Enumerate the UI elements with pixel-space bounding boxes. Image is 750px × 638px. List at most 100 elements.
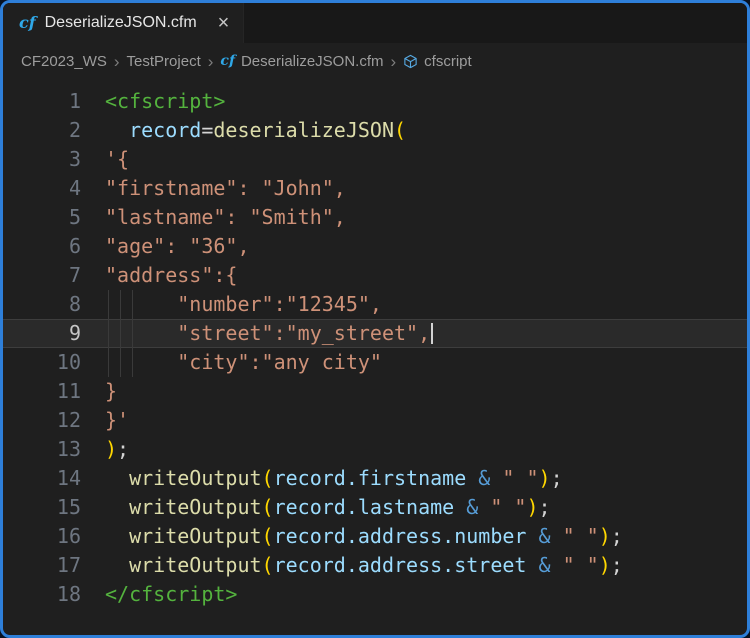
breadcrumb-item-project[interactable]: TestProject [127, 53, 201, 70]
line-number[interactable]: 14 [3, 464, 105, 493]
code-line[interactable]: 11} [3, 377, 747, 406]
code-text[interactable]: writeOutput(record.address.street & " ")… [105, 551, 747, 580]
code-line[interactable]: 1<cfscript> [3, 87, 747, 116]
code-token: & [539, 553, 551, 577]
code-token [105, 495, 129, 519]
code-text[interactable]: "city":"any city" [105, 348, 747, 377]
code-token: "firstname": "John", [105, 176, 346, 200]
code-editor[interactable]: 1<cfscript>2 record=deserializeJSON(3'{4… [3, 79, 747, 635]
indent-guide-line [132, 290, 133, 319]
code-token [105, 524, 129, 548]
code-token [105, 553, 129, 577]
code-token: <cfscript> [105, 89, 225, 113]
code-text[interactable]: <cfscript> [105, 87, 747, 116]
code-token: ( [262, 524, 274, 548]
code-text[interactable]: "lastname": "Smith", [105, 203, 747, 232]
chevron-right-icon: › [208, 53, 214, 70]
code-token: ) [599, 524, 611, 548]
code-text[interactable]: writeOutput(record.firstname & " "); [105, 464, 747, 493]
breadcrumb-item-cfscript[interactable]: cfscript [424, 53, 472, 70]
code-line[interactable]: 9 "street":"my_street", [3, 319, 747, 348]
code-token [551, 524, 563, 548]
code-token: ) [539, 466, 551, 490]
line-number[interactable]: 4 [3, 174, 105, 203]
tab-close-icon[interactable]: × [218, 13, 230, 33]
line-number[interactable]: 1 [3, 87, 105, 116]
code-token: ( [262, 495, 274, 519]
line-number[interactable]: 6 [3, 232, 105, 261]
code-line[interactable]: 5"lastname": "Smith", [3, 203, 747, 232]
code-token: "age": "36", [105, 234, 250, 258]
code-token: " " [490, 495, 526, 519]
code-text[interactable]: "firstname": "John", [105, 174, 747, 203]
code-token: record.lastname [274, 495, 467, 519]
chevron-right-icon: › [114, 53, 120, 70]
code-token: ; [539, 495, 551, 519]
code-token: ( [262, 553, 274, 577]
code-text[interactable]: "street":"my_street", [105, 319, 747, 348]
line-number[interactable]: 10 [3, 348, 105, 377]
code-text[interactable]: '{ [105, 145, 747, 174]
code-token: '{ [105, 147, 129, 171]
line-number[interactable]: 2 [3, 116, 105, 145]
code-token: ( [262, 466, 274, 490]
line-number[interactable]: 3 [3, 145, 105, 174]
code-lines[interactable]: 1<cfscript>2 record=deserializeJSON(3'{4… [3, 87, 747, 609]
code-line[interactable]: 17 writeOutput(record.address.street & "… [3, 551, 747, 580]
code-token: ( [394, 118, 406, 142]
line-number[interactable]: 8 [3, 290, 105, 319]
code-token [105, 118, 129, 142]
line-number[interactable]: 9 [3, 319, 105, 348]
code-line[interactable]: 4"firstname": "John", [3, 174, 747, 203]
code-text[interactable]: }' [105, 406, 747, 435]
code-line[interactable]: 13); [3, 435, 747, 464]
line-number[interactable]: 5 [3, 203, 105, 232]
breadcrumb: CF2023_WS › TestProject › cf Deserialize… [3, 43, 747, 79]
code-token: writeOutput [129, 524, 261, 548]
line-number[interactable]: 16 [3, 522, 105, 551]
code-line[interactable]: 7"address":{ [3, 261, 747, 290]
code-text[interactable]: } [105, 377, 747, 406]
line-number[interactable]: 13 [3, 435, 105, 464]
indent-guide-line [120, 319, 121, 348]
line-number[interactable]: 17 [3, 551, 105, 580]
code-token [490, 466, 502, 490]
code-line[interactable]: 3'{ [3, 145, 747, 174]
code-token: writeOutput [129, 466, 261, 490]
coldfusion-file-icon: cf [220, 54, 235, 68]
code-text[interactable]: "number":"12345", [105, 290, 747, 319]
code-line[interactable]: 6"age": "36", [3, 232, 747, 261]
code-token: & [466, 495, 478, 519]
code-text[interactable]: ); [105, 435, 747, 464]
code-line[interactable]: 18</cfscript> [3, 580, 747, 609]
code-token: = [201, 118, 213, 142]
code-text[interactable]: "address":{ [105, 261, 747, 290]
code-text[interactable]: writeOutput(record.address.number & " ")… [105, 522, 747, 551]
code-line[interactable]: 10 "city":"any city" [3, 348, 747, 377]
indent-guide-line [108, 319, 109, 348]
code-text[interactable]: "age": "36", [105, 232, 747, 261]
code-line[interactable]: 16 writeOutput(record.address.number & "… [3, 522, 747, 551]
code-token: record [129, 118, 201, 142]
code-line[interactable]: 8 "number":"12345", [3, 290, 747, 319]
code-line[interactable]: 12}' [3, 406, 747, 435]
breadcrumb-symbol-group: cfscript [403, 53, 472, 70]
code-token: " " [502, 466, 538, 490]
tab-deserializejson-cfm[interactable]: cf DeserializeJSON.cfm × [3, 3, 244, 43]
code-text[interactable]: writeOutput(record.lastname & " "); [105, 493, 747, 522]
line-number[interactable]: 18 [3, 580, 105, 609]
line-number[interactable]: 7 [3, 261, 105, 290]
code-token: ; [611, 553, 623, 577]
indent-guide-line [132, 348, 133, 377]
code-line[interactable]: 14 writeOutput(record.firstname & " "); [3, 464, 747, 493]
code-text[interactable]: record=deserializeJSON( [105, 116, 747, 145]
tab-title: DeserializeJSON.cfm [45, 14, 197, 32]
breadcrumb-item-file[interactable]: DeserializeJSON.cfm [241, 53, 384, 70]
breadcrumb-item-workspace[interactable]: CF2023_WS [21, 53, 107, 70]
line-number[interactable]: 15 [3, 493, 105, 522]
line-number[interactable]: 11 [3, 377, 105, 406]
code-text[interactable]: </cfscript> [105, 580, 747, 609]
line-number[interactable]: 12 [3, 406, 105, 435]
code-line[interactable]: 15 writeOutput(record.lastname & " "); [3, 493, 747, 522]
code-line[interactable]: 2 record=deserializeJSON( [3, 116, 747, 145]
